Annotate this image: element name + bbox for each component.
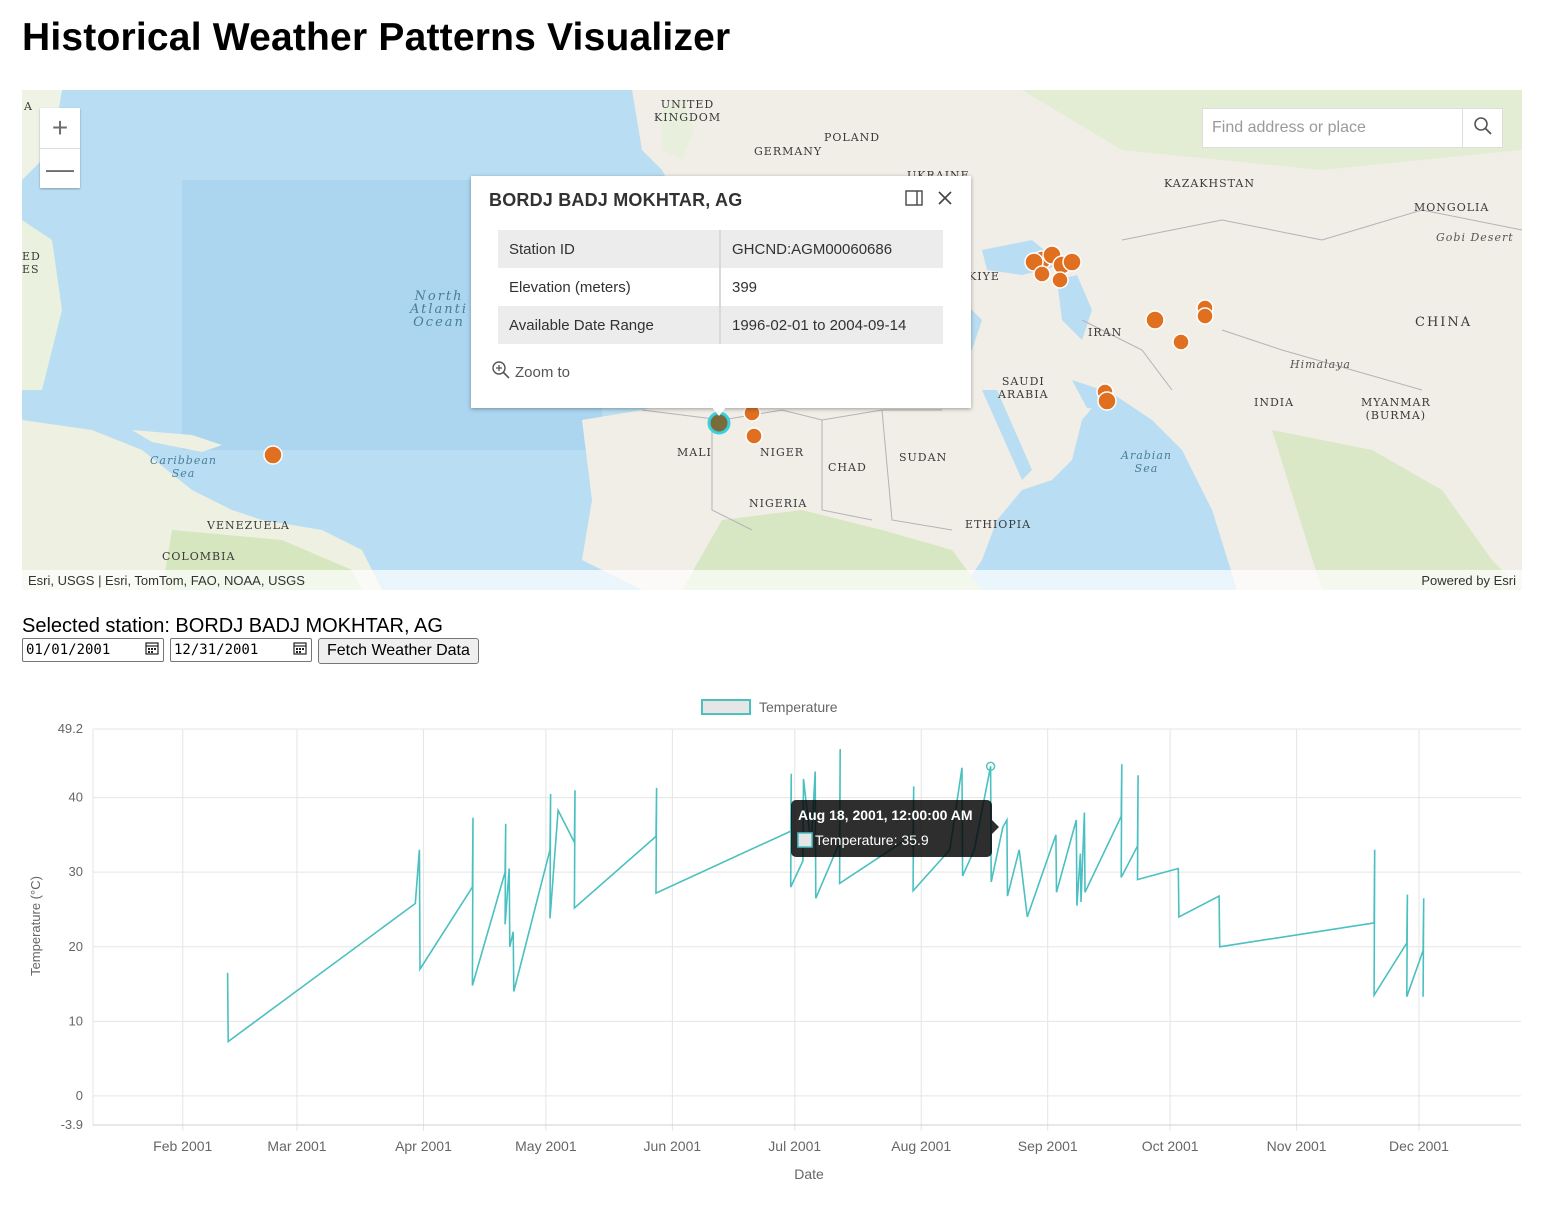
y-tick-label: 49.2 bbox=[58, 721, 83, 736]
end-date-value: 12/31/2001 bbox=[174, 642, 259, 658]
station-marker bbox=[1033, 265, 1051, 283]
popup-row: Station ID GHCND:AGM00060686 bbox=[498, 230, 943, 268]
x-axis-ticks: Feb 2001 Mar 2001 Apr 2001 May 2001 Jun 2001… bbox=[153, 1138, 1449, 1154]
legend-swatch bbox=[701, 699, 751, 715]
y-tick-label: 0 bbox=[76, 1088, 83, 1103]
y-axis-ticks: 49.2 40 30 20 10 0 -3.9 bbox=[58, 721, 83, 1132]
popup-row-key: Elevation (meters) bbox=[498, 268, 721, 306]
chart-grid bbox=[92, 728, 1521, 1131]
popup-row-value: GHCND:AGM00060686 bbox=[720, 230, 943, 268]
x-tick-label: Apr 2001 bbox=[395, 1138, 452, 1154]
search-input[interactable] bbox=[1203, 109, 1462, 147]
end-date-input[interactable]: 12/31/2001 bbox=[170, 638, 312, 662]
map-attribution: Esri, USGS | Esri, TomTom, FAO, NOAA, US… bbox=[22, 570, 1522, 590]
popup-row-value: 399 bbox=[732, 278, 758, 296]
station-marker bbox=[745, 427, 763, 445]
popup-pointer bbox=[711, 406, 727, 416]
station-marker bbox=[263, 445, 283, 465]
station-popup: BORDJ BADJ MOKHTAR, AG Station ID GHCND:… bbox=[471, 176, 971, 416]
popup-row-key: Station ID bbox=[498, 230, 721, 268]
station-marker bbox=[1051, 271, 1069, 289]
calendar-icon[interactable] bbox=[293, 641, 307, 659]
zoom-control: + — bbox=[40, 108, 80, 188]
x-tick-label: Oct 2001 bbox=[1142, 1138, 1199, 1154]
popup-title: BORDJ BADJ MOKHTAR, AG bbox=[489, 190, 743, 210]
y-tick-label: 20 bbox=[69, 939, 83, 954]
search-icon bbox=[1473, 116, 1493, 141]
x-tick-label: Sep 2001 bbox=[1018, 1138, 1078, 1154]
legend-label: Temperature bbox=[759, 699, 838, 715]
zoom-to-label: Zoom to bbox=[515, 363, 571, 381]
chart-tooltip: Aug 18, 2001, 12:00:00 AM Temperature: 3… bbox=[791, 800, 999, 857]
popup-row: Elevation (meters) 399 bbox=[498, 268, 943, 306]
popup-row-key: Available Date Range bbox=[498, 306, 721, 344]
x-tick-label: Jun 2001 bbox=[644, 1138, 702, 1154]
y-tick-label: 10 bbox=[69, 1013, 83, 1028]
powered-by-esri[interactable]: Powered by Esri bbox=[1421, 573, 1516, 588]
station-marker bbox=[1062, 252, 1082, 272]
popup-attribute-table: Station ID GHCND:AGM00060686 Elevation (… bbox=[498, 230, 943, 344]
page-title: Historical Weather Patterns Visualizer bbox=[22, 16, 731, 59]
zoom-to-button[interactable]: Zoom to bbox=[491, 360, 570, 384]
x-tick-label: May 2001 bbox=[515, 1138, 577, 1154]
selected-station-label: Selected station: BORDJ BADJ MOKHTAR, AG bbox=[22, 615, 443, 637]
temperature-chart[interactable]: 49.2 40 30 20 10 0 -3.9 Feb 2001 Mar 2001 Apr 20… bbox=[0, 690, 1548, 1200]
tooltip-swatch bbox=[797, 832, 813, 848]
tooltip-value: Temperature: 35.9 bbox=[815, 832, 929, 848]
x-tick-label: Nov 2001 bbox=[1267, 1138, 1327, 1154]
tooltip-title: Aug 18, 2001, 12:00:00 AM bbox=[798, 807, 973, 823]
search-widget bbox=[1202, 108, 1503, 148]
x-tick-label: Dec 2001 bbox=[1389, 1138, 1449, 1154]
temperature-series-line bbox=[226, 749, 1425, 1044]
station-marker bbox=[1196, 307, 1214, 325]
date-controls: 01/01/2001 12/31/2001 Fetch Weather Data bbox=[22, 638, 479, 664]
popup-row: Available Date Range 1996-02-01 to 2004-… bbox=[498, 306, 943, 344]
x-tick-label: Aug 2001 bbox=[891, 1138, 951, 1154]
calendar-icon[interactable] bbox=[145, 641, 159, 659]
map-view[interactable]: UNITED KINGDOM POLAND GERMANY UKRAINE KA… bbox=[22, 90, 1522, 590]
x-tick-label: Jul 2001 bbox=[768, 1138, 821, 1154]
selected-station-marker bbox=[707, 411, 731, 435]
dock-icon[interactable] bbox=[905, 190, 923, 206]
station-marker bbox=[1145, 310, 1165, 330]
close-icon[interactable] bbox=[937, 190, 953, 206]
zoom-to-icon bbox=[491, 360, 511, 384]
search-button[interactable] bbox=[1462, 109, 1502, 147]
x-tick-label: Mar 2001 bbox=[267, 1138, 326, 1154]
y-axis-title: Temperature (°C) bbox=[28, 876, 43, 976]
station-marker bbox=[1172, 333, 1190, 351]
y-tick-label: -3.9 bbox=[61, 1117, 83, 1132]
attribution-sources: Esri, USGS | Esri, TomTom, FAO, NOAA, US… bbox=[28, 572, 305, 588]
y-tick-label: 40 bbox=[69, 790, 83, 805]
x-axis-title: Date bbox=[794, 1166, 824, 1182]
x-tick-label: Feb 2001 bbox=[153, 1138, 212, 1154]
popup-row-value: 1996-02-01 to 2004-09-14 bbox=[720, 306, 943, 344]
start-date-value: 01/01/2001 bbox=[26, 642, 111, 658]
y-tick-label: 30 bbox=[69, 864, 83, 879]
start-date-input[interactable]: 01/01/2001 bbox=[22, 638, 164, 662]
fetch-weather-button[interactable]: Fetch Weather Data bbox=[318, 638, 479, 664]
zoom-in-button[interactable]: + bbox=[40, 108, 80, 148]
station-marker bbox=[1097, 391, 1117, 411]
zoom-out-button[interactable]: — bbox=[40, 148, 80, 188]
